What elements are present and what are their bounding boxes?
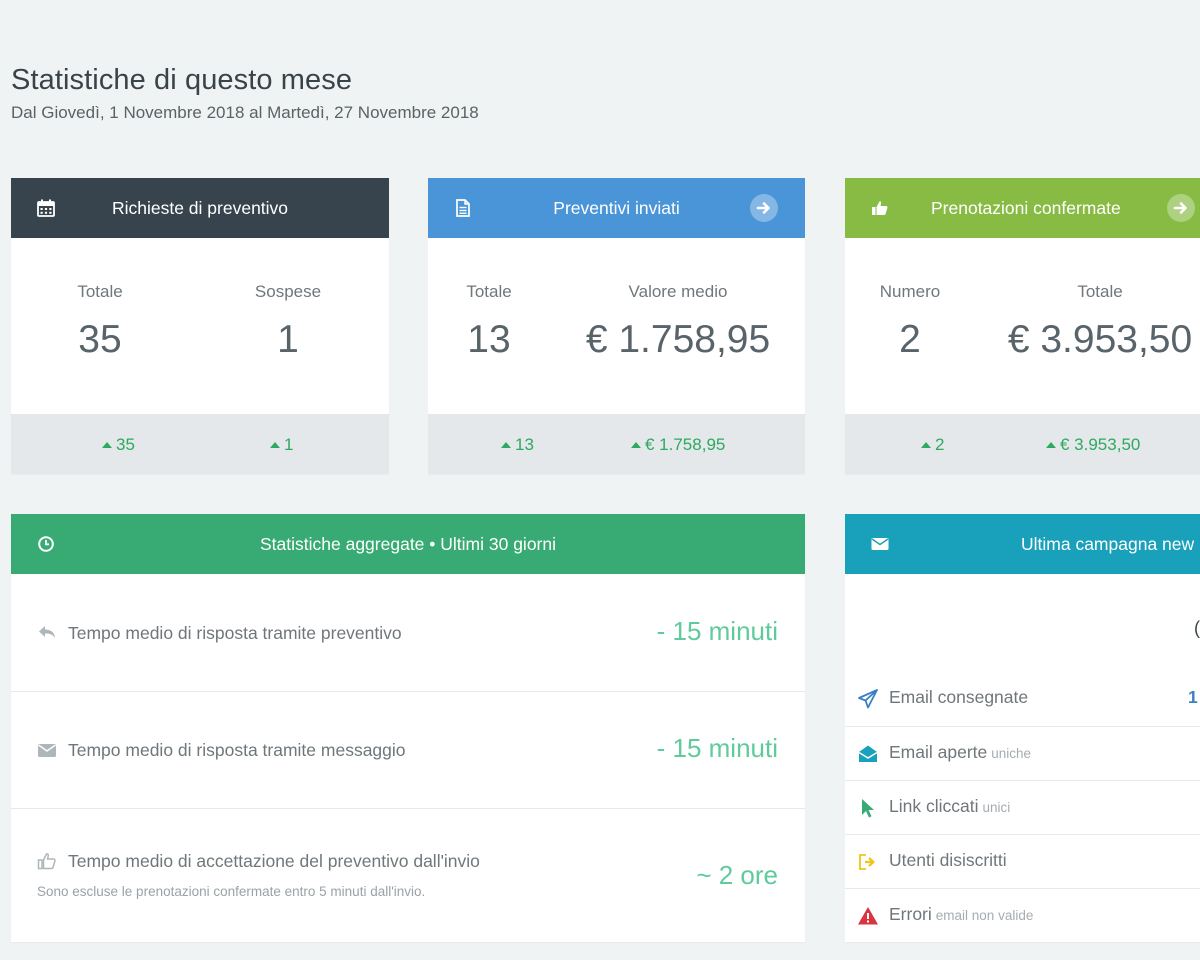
stat-label: Totale — [1077, 282, 1123, 301]
row-label: Tempo medio di risposta tramite preventi… — [68, 623, 402, 643]
row-label: Tempo medio di accettazione del preventi… — [68, 851, 480, 871]
clock-icon — [38, 536, 54, 552]
stat-label: Numero — [879, 282, 941, 301]
open-preventivi-button[interactable] — [750, 194, 778, 222]
stat-label: Totale — [466, 282, 512, 301]
card-header: Ultima campagna new — [845, 514, 1200, 574]
up-triangle-icon — [102, 442, 112, 448]
card-footer: 2 € 3.953,50 — [845, 414, 1200, 474]
aggregate-stats-panel: Statistiche aggregate • Ultimi 30 giorni… — [11, 514, 805, 942]
up-triangle-icon — [1046, 442, 1056, 448]
nl-value: 1 — [1188, 687, 1198, 707]
stat-valore-medio: Valore medio € 1.758,95 — [578, 282, 778, 362]
delta-value: € 1.758,95 — [645, 435, 726, 454]
open-prenotazioni-button[interactable] — [1167, 194, 1195, 222]
card-title: Ultima campagna new — [1021, 533, 1195, 554]
nl-sub: unici — [982, 800, 1011, 815]
stat-value: € 3.953,50 — [1007, 318, 1193, 361]
nl-sub: uniche — [991, 746, 1032, 761]
document-icon — [456, 199, 470, 217]
nl-row-consegnate[interactable]: Email consegnate 1 — [845, 672, 1200, 726]
stat-label: Valore medio — [628, 282, 728, 301]
delta-value: 35 — [116, 435, 135, 454]
stat-totale: Totale 13 — [444, 282, 534, 362]
delta-value: € 3.953,50 — [1060, 435, 1141, 454]
row-value: - 15 minuti — [656, 616, 778, 646]
card-header: Richieste di preventivo — [11, 178, 389, 238]
delta-value: 2 — [935, 435, 945, 454]
page-title: Statistiche di questo mese — [11, 64, 353, 96]
card-title: Preventivi inviati — [553, 197, 680, 218]
nl-row-errori[interactable]: Errori email non valide — [845, 888, 1200, 942]
agg-row-risposta-messaggio: Tempo medio di risposta tramite messaggi… — [11, 691, 805, 809]
up-triangle-icon — [631, 442, 641, 448]
stat-numero: Numero 2 — [865, 282, 955, 362]
cursor-icon — [862, 799, 874, 818]
arrow-right-icon — [756, 202, 770, 214]
envelope-open-icon — [858, 745, 878, 762]
paper-plane-icon — [858, 689, 878, 709]
partial-text: ( — [1194, 618, 1200, 638]
delta-sospese: 1 — [270, 435, 293, 455]
stat-value: 35 — [78, 318, 122, 361]
agg-row-risposta-preventivo: Tempo medio di risposta tramite preventi… — [11, 574, 805, 692]
card-prenotazioni: Prenotazioni confermate Numero 2 Totale … — [845, 178, 1200, 474]
nl-label: Email consegnate — [889, 687, 1029, 707]
envelope-icon — [871, 538, 889, 550]
card-header: Preventivi inviati — [428, 178, 805, 238]
nl-row-cliccati[interactable]: Link cliccati unici — [845, 780, 1200, 835]
stat-label: Totale — [77, 282, 123, 301]
nl-label: Errori email non valide — [889, 904, 1034, 924]
row-value: ~ 2 ore — [696, 860, 778, 890]
card-title: Richieste di preventivo — [111, 197, 289, 218]
card-header: Statistiche aggregate • Ultimi 30 giorni — [11, 514, 805, 574]
nl-label: Email aperte uniche — [889, 742, 1032, 762]
row-label: Tempo medio di risposta tramite messaggi… — [68, 740, 406, 760]
card-title: Statistiche aggregate • Ultimi 30 giorni — [260, 533, 556, 554]
nl-row-aperte[interactable]: Email aperte uniche — [845, 726, 1200, 781]
nl-label: Link cliccati unici — [889, 796, 1011, 816]
thumbs-up-icon — [37, 853, 56, 870]
stat-totale: Totale € 3.953,50 — [1000, 282, 1200, 362]
thumbs-up-icon — [872, 201, 888, 215]
up-triangle-icon — [921, 442, 931, 448]
card-richieste: Richieste di preventivo Totale 35 Sospes… — [11, 178, 389, 474]
sign-out-icon — [859, 854, 875, 870]
up-triangle-icon — [270, 442, 280, 448]
delta-numero: 2 — [921, 435, 944, 455]
delta-valore-medio: € 1.758,95 — [631, 435, 725, 455]
delta-totale: € 3.953,50 — [1046, 435, 1140, 455]
arrow-right-icon — [1173, 202, 1187, 214]
envelope-icon — [38, 744, 56, 757]
calendar-icon — [37, 199, 55, 217]
card-title: Prenotazioni confermate — [931, 197, 1121, 218]
nl-sub: email non valide — [935, 908, 1034, 923]
nl-row-disiscritti[interactable]: Utenti disiscritti — [845, 834, 1200, 889]
stat-value: 13 — [467, 318, 511, 361]
card-footer: 13 € 1.758,95 — [428, 414, 805, 474]
nl-label: Utenti disiscritti — [889, 850, 1007, 870]
row-note: Sono escluse le prenotazioni confermate … — [37, 884, 426, 899]
reply-icon — [39, 626, 55, 638]
stat-value: 1 — [277, 318, 299, 361]
delta-totale: 35 — [102, 435, 135, 455]
stat-value: 2 — [899, 318, 921, 361]
page-subtitle: Dal Giovedì, 1 Novembre 2018 al Martedì,… — [11, 103, 479, 122]
stat-value: € 1.758,95 — [585, 318, 771, 361]
stat-totale: Totale 35 — [55, 282, 145, 362]
stat-label: Sospese — [254, 282, 322, 301]
warning-icon — [858, 907, 878, 925]
delta-totale: 13 — [501, 435, 534, 455]
row-value: - 15 minuti — [656, 733, 778, 763]
delta-value: 13 — [515, 435, 534, 454]
up-triangle-icon — [501, 442, 511, 448]
card-footer: 35 1 — [11, 414, 389, 474]
card-header: Prenotazioni confermate — [845, 178, 1200, 238]
newsletter-panel: Ultima campagna new ( Email consegnate 1… — [845, 514, 1200, 942]
card-preventivi: Preventivi inviati Totale 13 Valore medi… — [428, 178, 805, 474]
agg-row-accettazione: Tempo medio di accettazione del preventi… — [11, 808, 805, 942]
stat-sospese: Sospese 1 — [233, 282, 343, 362]
delta-value: 1 — [284, 435, 294, 454]
